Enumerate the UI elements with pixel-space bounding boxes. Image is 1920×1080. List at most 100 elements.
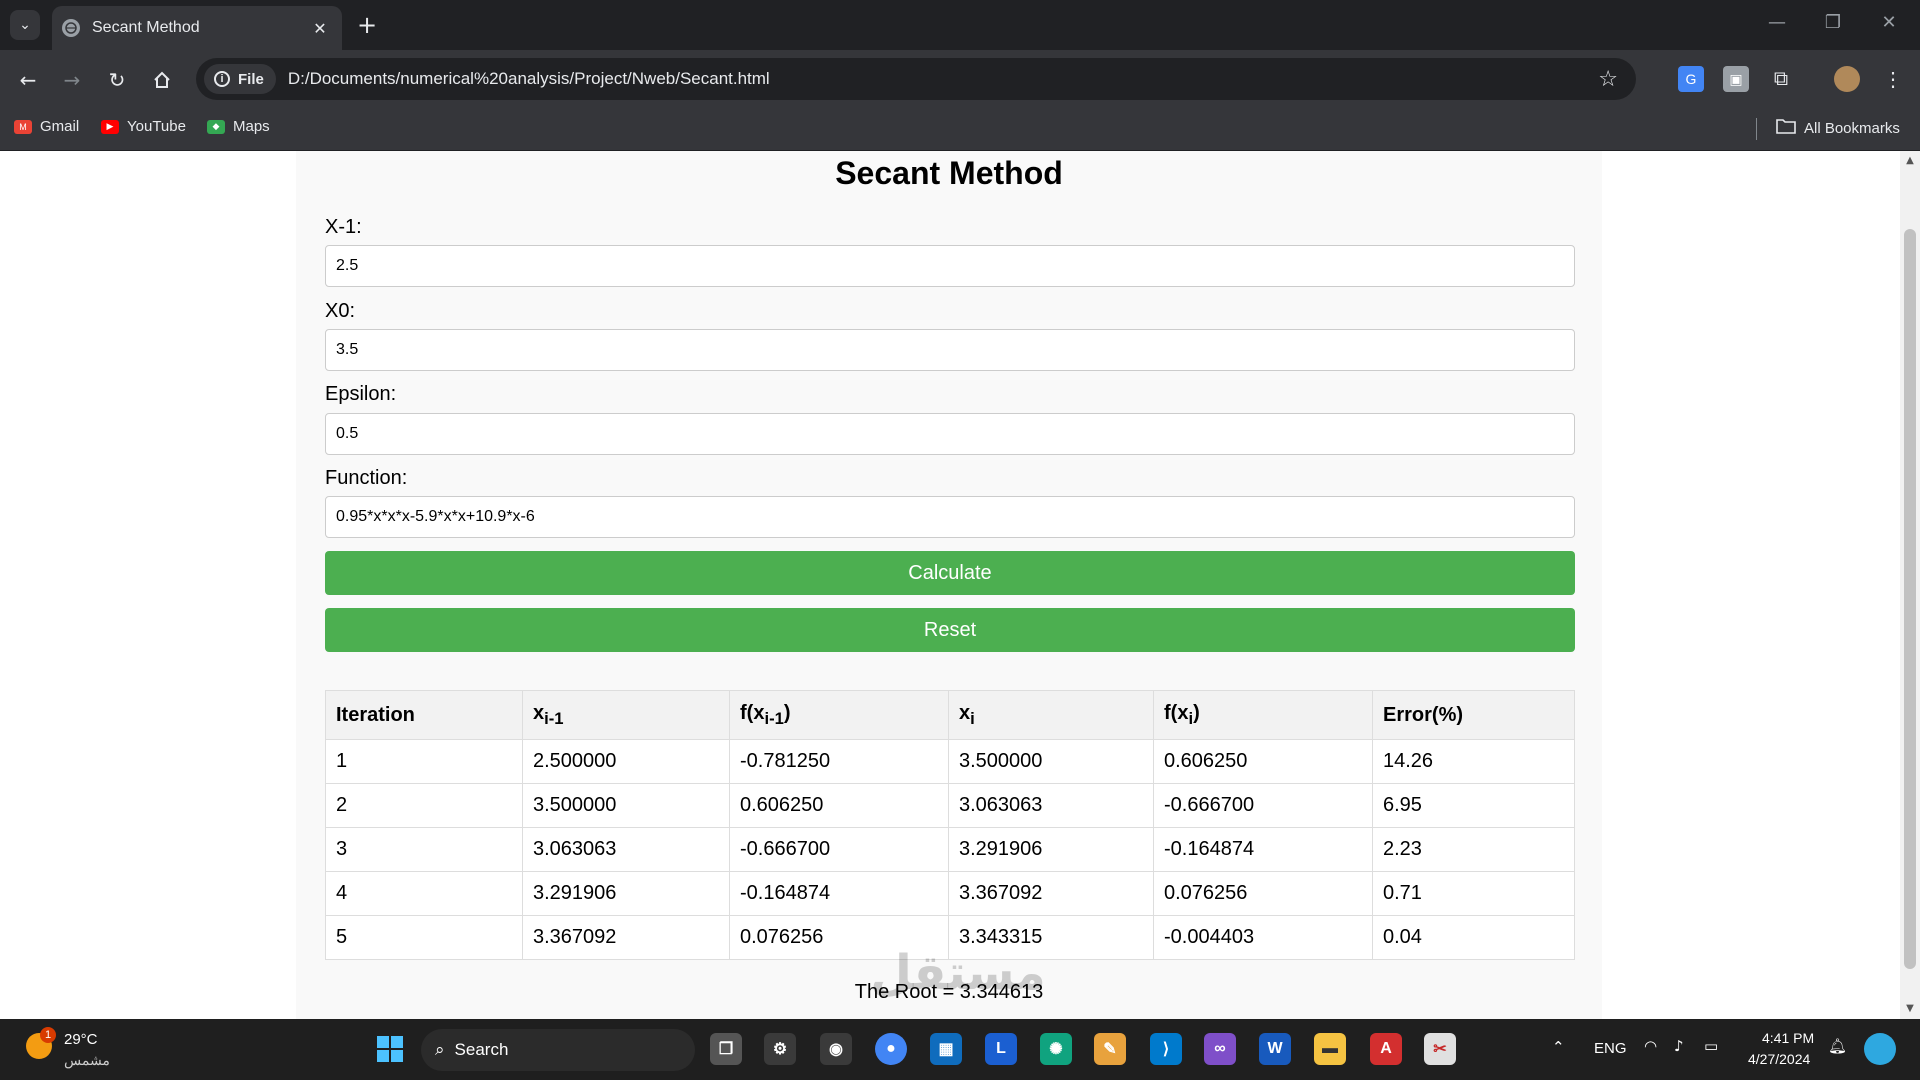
clock-time[interactable]: 4:41 PM	[1762, 1030, 1814, 1046]
table-cell: 14.26	[1372, 739, 1575, 784]
snipping-tool-icon[interactable]: ✂	[1424, 1033, 1456, 1065]
extensions-puzzle-icon[interactable]: ⧉	[1768, 66, 1794, 92]
search-icon: ⌕	[435, 1040, 445, 1060]
results-table: Iteration xi-1 f(xi-1) xi f(xi) Error(%)…	[325, 690, 1575, 960]
all-bookmarks-label: All Bookmarks	[1804, 119, 1900, 137]
gmail-icon: M	[14, 119, 32, 134]
function-label: Function:	[325, 467, 408, 489]
browser-tab[interactable]: Secant Method ✕	[52, 6, 342, 50]
tab-close-icon[interactable]: ✕	[310, 19, 330, 38]
paint-icon[interactable]: ✎	[1094, 1033, 1126, 1065]
maps-icon: ◆	[207, 119, 225, 134]
table-cell: 0.606250	[1153, 739, 1373, 784]
new-tab-button[interactable]: +	[352, 10, 382, 40]
calculate-button[interactable]: Calculate	[325, 551, 1575, 595]
epsilon-label: Epsilon:	[325, 383, 397, 405]
camera-icon[interactable]: ◉	[820, 1033, 852, 1065]
table-row: 3 3.063063 -0.666700 3.291906 -0.164874 …	[325, 827, 1575, 872]
tab-title: Secant Method	[92, 19, 200, 36]
youtube-icon: ▶	[101, 119, 119, 134]
globe-icon	[62, 19, 80, 37]
store-icon[interactable]: ▦	[930, 1033, 962, 1065]
back-arrow-icon[interactable]: ←	[12, 64, 44, 96]
header-x-prev: xi-1	[522, 690, 730, 740]
table-cell: -0.666700	[729, 827, 949, 872]
table-cell: 3.500000	[948, 739, 1154, 784]
close-window-icon[interactable]: ✕	[1874, 12, 1904, 33]
table-cell: 3.291906	[522, 871, 730, 916]
language-indicator[interactable]: ENG	[1594, 1040, 1627, 1057]
table-cell: 3.063063	[948, 783, 1154, 828]
visual-studio-icon[interactable]: ∞	[1204, 1033, 1236, 1065]
bookmark-maps[interactable]: ◆ Maps	[207, 118, 270, 135]
function-input[interactable]: 0.95*x*x*x-5.9*x*x+10.9*x-6	[325, 496, 1575, 538]
table-cell: -0.781250	[729, 739, 949, 784]
epsilon-input[interactable]: 0.5	[325, 413, 1575, 455]
battery-icon[interactable]: ▭	[1704, 1037, 1718, 1055]
scroll-thumb[interactable]	[1904, 229, 1916, 969]
header-x-i: xi	[948, 690, 1154, 740]
scroll-down-icon[interactable]: ▼	[1900, 1003, 1920, 1014]
x-minus-1-input[interactable]: 2.5	[325, 245, 1575, 287]
weather-temperature[interactable]: 29°C	[64, 1031, 98, 1048]
address-bar[interactable]: i File D:/Documents/numerical%20analysis…	[196, 58, 1636, 100]
search-label: Search	[454, 1040, 509, 1059]
table-cell: 0.04	[1372, 915, 1575, 960]
reload-icon[interactable]: ↻	[101, 64, 133, 96]
page-title: Secant Method	[835, 155, 1063, 191]
word-icon[interactable]: W	[1259, 1033, 1291, 1065]
header-iteration: Iteration	[325, 690, 523, 740]
weather-description: مشمس	[64, 1052, 110, 1068]
profile-avatar[interactable]	[1834, 66, 1860, 92]
table-row: 1 2.500000 -0.781250 3.500000 0.606250 1…	[325, 739, 1575, 784]
url-text[interactable]: D:/Documents/numerical%20analysis/Projec…	[288, 69, 1598, 89]
vscode-icon[interactable]: ⟩	[1150, 1033, 1182, 1065]
file-explorer-icon[interactable]: ▬	[1314, 1033, 1346, 1065]
tray-chevron-up-icon[interactable]: ⌃	[1552, 1038, 1565, 1056]
browser-menu-icon[interactable]: ⋮	[1880, 66, 1906, 92]
clock-date[interactable]: 4/27/2024	[1748, 1051, 1810, 1067]
forward-arrow-icon[interactable]: →	[56, 64, 88, 96]
wifi-icon[interactable]: ◠	[1644, 1037, 1657, 1055]
table-cell: -0.666700	[1153, 783, 1373, 828]
home-icon[interactable]	[146, 64, 178, 96]
page-scrollbar[interactable]: ▲ ▼	[1900, 151, 1920, 1019]
app-l-icon[interactable]: L	[985, 1033, 1017, 1065]
task-view-icon[interactable]: ❐	[710, 1033, 742, 1065]
calculator-container: Secant Method X-1: 2.5 X0: 3.5 Epsilon: …	[296, 151, 1602, 1019]
table-cell: -0.164874	[729, 871, 949, 916]
table-cell: 3.063063	[522, 827, 730, 872]
header-f-x-i: f(xi)	[1153, 690, 1373, 740]
bookmark-star-icon[interactable]: ☆	[1598, 67, 1618, 92]
translate-extension-icon[interactable]: G	[1678, 66, 1704, 92]
table-cell: 3.291906	[948, 827, 1154, 872]
reset-button[interactable]: Reset	[325, 608, 1575, 652]
restore-icon[interactable]: ❐	[1818, 12, 1848, 33]
notification-bell-icon[interactable]: 🔔︎	[1828, 1037, 1847, 1055]
chatgpt-icon[interactable]: ✺	[1040, 1033, 1072, 1065]
copilot-icon[interactable]	[1864, 1033, 1896, 1065]
bookmark-label: YouTube	[127, 118, 186, 135]
header-f-x-prev: f(xi-1)	[729, 690, 949, 740]
pdf-reader-icon[interactable]: A	[1370, 1033, 1402, 1065]
all-bookmarks[interactable]: All Bookmarks	[1776, 118, 1900, 138]
bookmark-youtube[interactable]: ▶ YouTube	[101, 118, 186, 135]
taskbar-search[interactable]: ⌕ Search	[421, 1029, 695, 1071]
bookmark-gmail[interactable]: M Gmail	[14, 118, 79, 135]
settings-gear-icon[interactable]: ⚙	[764, 1033, 796, 1065]
bookmark-label: Maps	[233, 118, 270, 135]
browser-tab-strip: ⌄ Secant Method ✕ + — ❐ ✕	[0, 0, 1920, 50]
table-cell: 3	[325, 827, 523, 872]
volume-icon[interactable]: ♪	[1674, 1037, 1684, 1055]
table-cell: 0.71	[1372, 871, 1575, 916]
extension-icon[interactable]: ▣	[1723, 66, 1749, 92]
table-cell: 3.367092	[522, 915, 730, 960]
site-info-chip[interactable]: i File	[204, 64, 276, 94]
scroll-up-icon[interactable]: ▲	[1900, 155, 1920, 166]
browser-toolbar: ← → ↻ i File D:/Documents/numerical%20an…	[0, 50, 1920, 108]
tab-search-chevron-icon[interactable]: ⌄	[10, 10, 40, 40]
start-windows-icon[interactable]	[374, 1033, 406, 1065]
minimize-icon[interactable]: —	[1762, 12, 1792, 33]
x0-input[interactable]: 3.5	[325, 329, 1575, 371]
chrome-icon[interactable]: ●	[875, 1033, 907, 1065]
